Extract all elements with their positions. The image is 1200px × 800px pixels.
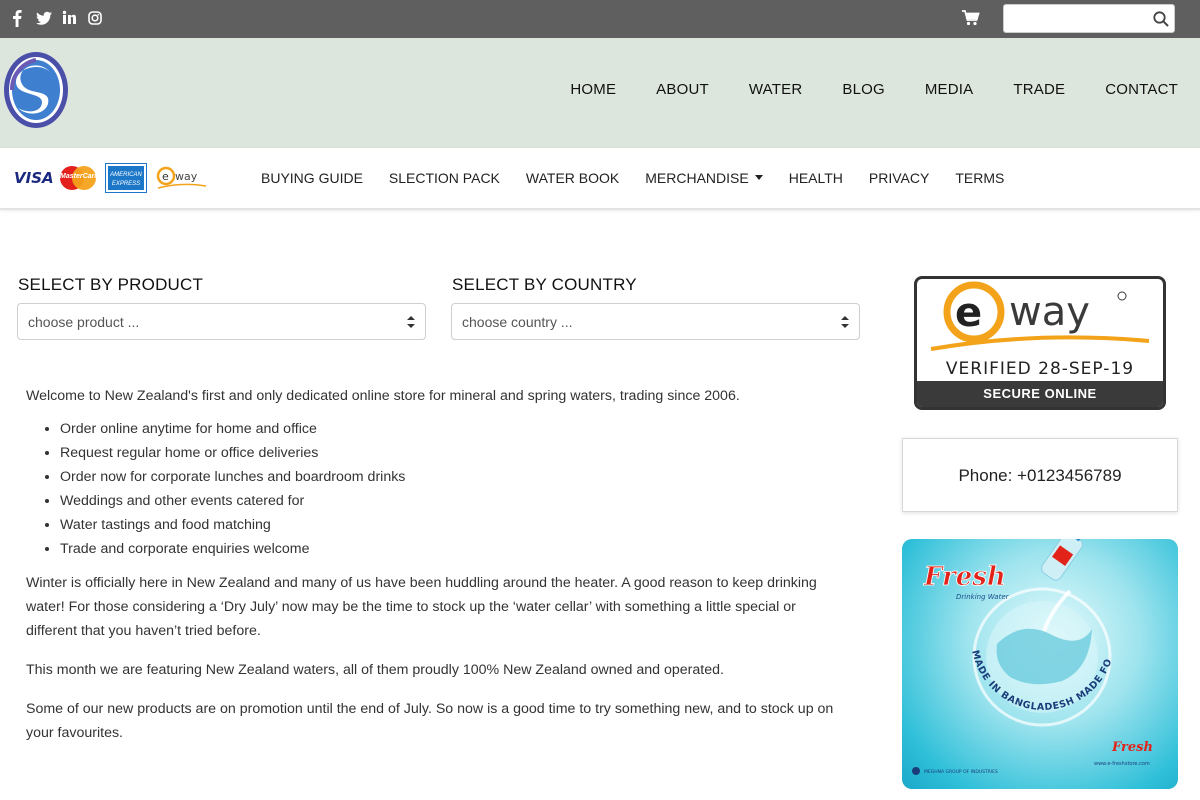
list-item: Trade and corporate enquiries welcome [60,537,846,561]
secondary-nav-bar: VISA MasterCard AMERICAN EXPRESS e way B… [0,148,1200,210]
list-item: Weddings and other events catered for [60,489,846,513]
fresh-ad-image: Fresh Drinking Water MADE IN BANGLADESH … [902,539,1153,775]
nav-health[interactable]: HEALTH [776,170,856,186]
nav-blog[interactable]: BLOG [822,81,904,98]
instagram-icon[interactable] [88,9,102,27]
fresh-tagline: Drinking Water [956,593,1010,601]
search-box [1003,4,1175,33]
social-links [10,9,102,27]
svg-text:way: way [175,170,198,183]
search-input[interactable] [1004,5,1144,32]
list-item: Order now for corporate lunches and boar… [60,465,846,489]
nav-about[interactable]: ABOUT [636,81,729,98]
services-list: Order online anytime for home and office… [60,417,846,561]
phone-number: Phone: +0123456789 [958,466,1122,485]
sub-nav: BUYING GUIDE SLECTION PACK WATER BOOK ME… [248,170,1017,186]
mastercard-logo: MasterCard [60,165,99,191]
nav-media[interactable]: MEDIA [905,81,994,98]
fresh-url: www.e-freshstore.com [1094,761,1150,767]
nav-contact[interactable]: CONTACT [1085,81,1178,98]
fresh-small-logo: Fresh [1111,740,1153,755]
list-item: Water tastings and food matching [60,513,846,537]
visa-logo: VISA [14,169,54,187]
country-select-label: SELECT BY COUNTRY [452,275,637,294]
main-content: Welcome to New Zealand's first and only … [26,384,846,760]
intro-paragraph: Welcome to New Zealand's first and only … [26,388,740,404]
search-icon[interactable] [1152,10,1170,28]
nav-privacy[interactable]: PRIVACY [856,170,942,186]
nav-home[interactable]: HOME [550,81,636,98]
product-select-value: choose product ... [28,314,140,330]
country-select[interactable]: choose country ... [451,303,860,340]
amex-logo: AMERICAN EXPRESS [105,163,147,193]
cart-icon[interactable] [962,10,980,26]
promotion-paragraph: Some of our new products are on promotio… [26,701,834,741]
fresh-brand-text: Fresh [923,562,1006,592]
list-item: Request regular home or office deliverie… [60,441,846,465]
linkedin-icon[interactable] [62,9,76,27]
select-arrows-icon [841,315,849,329]
nav-merchandise-dropdown[interactable]: MERCHANDISE [632,170,775,186]
top-bar [0,0,1200,38]
eway-logo: e way [930,281,1150,351]
featuring-paragraph: This month we are featuring New Zealand … [26,662,724,678]
caret-down-icon [754,174,763,180]
product-select[interactable]: choose product ... [17,303,426,340]
payment-methods: VISA MasterCard AMERICAN EXPRESS e way [14,163,208,193]
meghna-group-text: MEGHNA GROUP OF INDUSTRIES [924,769,998,775]
list-item: Order online anytime for home and office [60,417,846,441]
nav-buying-guide[interactable]: BUYING GUIDE [248,170,376,186]
nav-water[interactable]: WATER [729,81,823,98]
svg-text:e: e [162,170,169,183]
eway-secure-label: SECURE ONLINE [917,381,1163,407]
eway-verified-badge[interactable]: e way VERIFIED 28-SEP-19 SECURE ONLINE [914,276,1166,410]
eway-brand-text: way [1009,289,1090,335]
nav-merchandise-label: MERCHANDISE [645,170,749,186]
phone-box: Phone: +0123456789 [902,438,1178,512]
nav-trade[interactable]: TRADE [993,81,1085,98]
fresh-water-ad[interactable]: Fresh Drinking Water MADE IN BANGLADESH … [902,539,1178,789]
nav-water-book[interactable]: WATER BOOK [513,170,632,186]
country-select-value: choose country ... [462,314,573,330]
main-nav: HOME ABOUT WATER BLOG MEDIA TRADE CONTAC… [550,81,1178,98]
facebook-icon[interactable] [10,9,24,27]
twitter-icon[interactable] [36,9,52,27]
select-arrows-icon [407,315,415,329]
product-select-label: SELECT BY PRODUCT [18,275,204,294]
nav-terms[interactable]: TERMS [942,170,1017,186]
winter-paragraph: Winter is officially here in New Zealand… [26,575,817,639]
site-logo[interactable] [2,50,70,130]
nav-slection-pack[interactable]: SLECTION PACK [376,170,513,186]
eway-small-logo: e way [156,164,208,192]
site-header: HOME ABOUT WATER BLOG MEDIA TRADE CONTAC… [0,38,1200,148]
svg-text:e: e [955,290,982,336]
eway-verified-date: VERIFIED 28-SEP-19 [945,359,1135,379]
